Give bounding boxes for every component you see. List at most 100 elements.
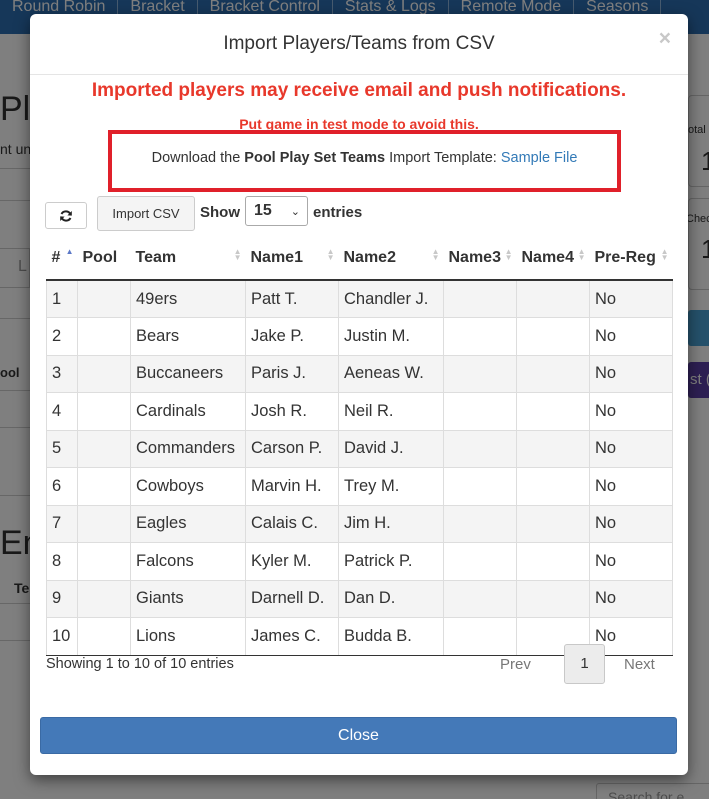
column-header-team[interactable]: Team ▲ ▼ bbox=[130, 236, 246, 281]
template-download-box: Download the Pool Play Set Teams Import … bbox=[108, 130, 621, 192]
column-header-name1[interactable]: Name1 ▲ ▼ bbox=[245, 236, 339, 281]
table-row[interactable]: 8 Falcons Kyler M. Patrick P. No bbox=[46, 542, 673, 581]
cell-name4 bbox=[516, 580, 590, 618]
cell-team: Cardinals bbox=[130, 392, 246, 431]
import-csv-button[interactable]: Import CSV bbox=[97, 196, 195, 231]
cell-name4 bbox=[516, 467, 590, 506]
show-label: Show bbox=[200, 204, 240, 221]
cell-name2: David J. bbox=[338, 430, 444, 468]
page-size-value: 15 bbox=[254, 202, 272, 219]
table-row[interactable]: 9 Giants Darnell D. Dan D. No bbox=[46, 580, 673, 618]
cell-prereg: No bbox=[589, 355, 673, 393]
column-header-name4[interactable]: Name4 ▲ ▼ bbox=[516, 236, 590, 281]
refresh-button[interactable] bbox=[45, 202, 87, 229]
table-body: 1 49ers Patt T. Chandler J. No 2 Bears Jake P.… bbox=[46, 280, 673, 656]
sort-icon: ▲ ▼ bbox=[660, 247, 669, 262]
cell-name1: Jake P. bbox=[245, 317, 339, 356]
cell-name2: Aeneas W. bbox=[338, 355, 444, 393]
column-label: Pre-Reg bbox=[594, 248, 656, 266]
cell-name1: Paris J. bbox=[245, 355, 339, 393]
cell-name4 bbox=[516, 505, 590, 543]
table-info: Showing 1 to 10 of 10 entries bbox=[46, 656, 234, 672]
chevron-down-icon: ⌄ bbox=[290, 206, 300, 218]
cell-pool bbox=[77, 505, 131, 543]
column-label: Name1 bbox=[250, 248, 303, 266]
current-page-button[interactable]: 1 bbox=[564, 644, 605, 684]
import-modal: Import Players/Teams from CSV × Imported… bbox=[30, 14, 688, 775]
cell-name2: Neil R. bbox=[338, 392, 444, 431]
cell-name1: Carson P. bbox=[245, 430, 339, 468]
close-button[interactable]: Close bbox=[40, 717, 677, 754]
modal-header: Import Players/Teams from CSV × bbox=[30, 14, 688, 75]
table-row[interactable]: 2 Bears Jake P. Justin M. No bbox=[46, 317, 673, 356]
column-header-number[interactable]: # ▲ bbox=[46, 236, 78, 281]
cell-name2: Trey M. bbox=[338, 467, 444, 506]
column-label: Pool bbox=[82, 248, 118, 266]
cell-prereg: No bbox=[589, 467, 673, 506]
cell-name2: Chandler J. bbox=[338, 280, 444, 318]
cell-prereg: No bbox=[589, 505, 673, 543]
sort-icon: ▲ ▼ bbox=[577, 247, 586, 262]
cell-number: 1 bbox=[46, 280, 78, 318]
cell-name1: James C. bbox=[245, 617, 339, 656]
cell-name2: Patrick P. bbox=[338, 542, 444, 581]
cell-name2: Jim H. bbox=[338, 505, 444, 543]
page-size-select[interactable]: 15 ⌄ bbox=[245, 196, 308, 226]
table-header-row: # ▲ Pool Team ▲ ▼ Name1 ▲ ▼ Name2 ▲ ▼ Name3 ▲ ▼ N… bbox=[46, 236, 673, 281]
cell-pool bbox=[77, 580, 131, 618]
cell-prereg: No bbox=[589, 392, 673, 431]
sample-file-link[interactable]: Sample File bbox=[501, 150, 578, 166]
cell-name3 bbox=[443, 317, 517, 356]
cell-number: 8 bbox=[46, 542, 78, 581]
cell-number: 2 bbox=[46, 317, 78, 356]
cell-number: 6 bbox=[46, 467, 78, 506]
cell-prereg: No bbox=[589, 430, 673, 468]
cell-team: Falcons bbox=[130, 542, 246, 581]
column-label: Name4 bbox=[521, 248, 574, 266]
cell-name4 bbox=[516, 392, 590, 431]
cell-name1: Darnell D. bbox=[245, 580, 339, 618]
cell-team: Bears bbox=[130, 317, 246, 356]
cell-prereg: No bbox=[589, 317, 673, 356]
column-label: # bbox=[51, 248, 61, 266]
cell-name3 bbox=[443, 430, 517, 468]
cell-name2: Justin M. bbox=[338, 317, 444, 356]
cell-name3 bbox=[443, 580, 517, 618]
cell-number: 5 bbox=[46, 430, 78, 468]
column-header-name2[interactable]: Name2 ▲ ▼ bbox=[338, 236, 444, 281]
table-toolbar: Import CSV Show 15 ⌄ entries bbox=[45, 196, 675, 232]
cell-team: Lions bbox=[130, 617, 246, 656]
cell-number: 9 bbox=[46, 580, 78, 618]
close-icon[interactable]: × bbox=[659, 27, 671, 51]
table-row[interactable]: 4 Cardinals Josh R. Neil R. No bbox=[46, 392, 673, 431]
cell-pool bbox=[77, 317, 131, 356]
cell-name3 bbox=[443, 355, 517, 393]
prev-page-button[interactable]: Prev bbox=[500, 656, 531, 673]
table-row[interactable]: 3 Buccaneers Paris J. Aeneas W. No bbox=[46, 355, 673, 393]
cell-pool bbox=[77, 392, 131, 431]
entries-label: entries bbox=[313, 204, 363, 221]
cell-name2: Budda B. bbox=[338, 617, 444, 656]
cell-number: 7 bbox=[46, 505, 78, 543]
column-header-pool[interactable]: Pool bbox=[77, 236, 131, 281]
cell-number: 4 bbox=[46, 392, 78, 431]
sort-icon: ▲ ▼ bbox=[233, 247, 242, 262]
next-page-button[interactable]: Next bbox=[624, 656, 655, 673]
cell-prereg: No bbox=[589, 280, 673, 318]
notification-warning: Imported players may receive email and p… bbox=[91, 80, 627, 101]
table-row[interactable]: 5 Commanders Carson P. David J. No bbox=[46, 430, 673, 468]
cell-prereg: No bbox=[589, 542, 673, 581]
table-row[interactable]: 1 49ers Patt T. Chandler J. No bbox=[46, 280, 673, 318]
table-row[interactable]: 7 Eagles Calais C. Jim H. No bbox=[46, 505, 673, 543]
teams-table: # ▲ Pool Team ▲ ▼ Name1 ▲ ▼ Name2 ▲ ▼ Name3 ▲ ▼ N… bbox=[46, 236, 673, 656]
column-header-prereg[interactable]: Pre-Reg ▲ ▼ bbox=[589, 236, 673, 281]
cell-name4 bbox=[516, 542, 590, 581]
template-prefix: Download the bbox=[151, 150, 245, 166]
cell-team: Eagles bbox=[130, 505, 246, 543]
column-header-name3[interactable]: Name3 ▲ ▼ bbox=[443, 236, 517, 281]
table-row[interactable]: 6 Cowboys Marvin H. Trey M. No bbox=[46, 467, 673, 506]
cell-name3 bbox=[443, 542, 517, 581]
cell-team: Giants bbox=[130, 580, 246, 618]
cell-name1: Patt T. bbox=[245, 280, 339, 318]
cell-name4 bbox=[516, 317, 590, 356]
